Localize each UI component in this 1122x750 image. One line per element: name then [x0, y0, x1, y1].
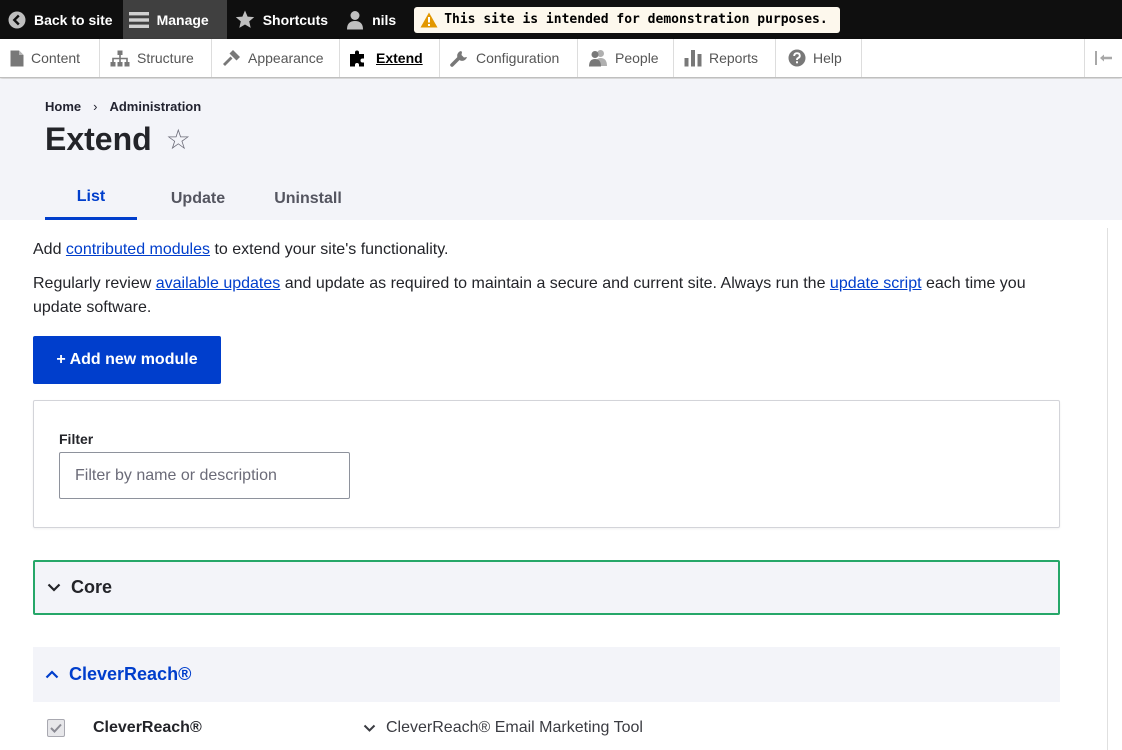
module-description-toggle[interactable]: CleverReach® Email Marketing Tool — [363, 719, 643, 737]
content-icon — [10, 50, 24, 66]
intro-text: to extend your site's functionality. — [210, 241, 449, 258]
admin-toolbar: Back to site Manage Shortcuts nils This … — [0, 0, 1122, 39]
tray-item-help[interactable]: Help — [776, 39, 862, 77]
tray-item-label: Configuration — [476, 50, 560, 66]
available-updates-link[interactable]: available updates — [156, 275, 281, 292]
demo-notice-badge: This site is intended for demonstration … — [414, 6, 840, 33]
checkmark-icon — [50, 723, 62, 733]
tray-item-label: Reports — [709, 50, 759, 66]
tray-item-label: Structure — [137, 50, 194, 66]
module-name: CleverReach® — [93, 719, 202, 736]
tray-item-structure[interactable]: Structure — [100, 39, 212, 77]
intro-text: and update as required to maintain a sec… — [280, 275, 830, 292]
shortcuts-label: Shortcuts — [262, 11, 329, 28]
chevron-down-icon — [363, 724, 376, 732]
appearance-icon — [223, 50, 240, 66]
tray-item-label: Help — [813, 50, 842, 66]
tray-item-label: Appearance — [248, 50, 324, 66]
breadcrumb-administration-link[interactable]: Administration — [109, 99, 201, 114]
intro-paragraph-updates: Regularly review available updates and u… — [33, 272, 1053, 320]
extend-icon — [350, 50, 364, 67]
chevron-down-icon — [47, 583, 61, 592]
title-row: Extend ☆ — [45, 121, 191, 158]
module-description: CleverReach® Email Marketing Tool — [386, 719, 643, 736]
manage-tab[interactable]: Manage — [122, 0, 227, 39]
demo-notice-text: This site is intended for demonstration … — [444, 12, 828, 27]
tray-item-reports[interactable]: Reports — [674, 39, 776, 77]
core-group-label: Core — [71, 577, 113, 597]
intro-text: Add — [33, 241, 66, 258]
content-divider — [1107, 228, 1108, 750]
help-icon — [788, 49, 806, 67]
page-title: Extend — [45, 121, 152, 157]
warning-icon — [420, 12, 438, 27]
intro-paragraph-modules: Add contributed modules to extend your s… — [33, 238, 1053, 262]
cleverreach-group-toggle[interactable]: CleverReach® — [33, 647, 1060, 702]
chevron-up-icon — [45, 670, 59, 679]
star-icon — [235, 10, 254, 28]
collapse-left-icon — [1094, 51, 1112, 65]
user-label: nils — [372, 11, 397, 28]
tray-item-label: Content — [31, 50, 81, 66]
user-tab[interactable]: nils — [338, 0, 406, 39]
update-script-link[interactable]: update script — [830, 275, 922, 292]
tab-uninstall[interactable]: Uninstall — [259, 177, 357, 220]
filter-panel: Filter Filter by name or description — [33, 400, 1060, 528]
structure-icon — [110, 50, 130, 66]
breadcrumb-separator: › — [93, 99, 98, 114]
contributed-modules-link[interactable]: contributed modules — [66, 241, 210, 258]
tray-orientation-toggle[interactable] — [1084, 39, 1122, 77]
user-icon — [347, 10, 364, 29]
people-icon — [589, 50, 607, 67]
configuration-icon — [450, 51, 467, 67]
add-new-module-button[interactable]: + Add new module — [33, 336, 221, 384]
primary-tabs: List Update Uninstall — [45, 177, 357, 220]
intro-text: Regularly review — [33, 275, 156, 292]
back-to-site-label: Back to site — [34, 11, 113, 28]
page-header: Home › Administration Extend ☆ List Upda… — [0, 79, 1122, 220]
shortcuts-tab[interactable]: Shortcuts — [227, 0, 338, 39]
breadcrumb: Home › Administration — [45, 99, 201, 114]
tray-item-appearance[interactable]: Appearance — [212, 39, 340, 77]
tray-item-extend[interactable]: Extend — [340, 39, 440, 77]
admin-tray: Content Structure Appearance Extend Conf… — [0, 39, 1122, 78]
filter-input[interactable]: Filter by name or description — [59, 452, 350, 499]
tray-item-configuration[interactable]: Configuration — [440, 39, 578, 77]
tab-list[interactable]: List — [45, 177, 137, 220]
manage-label: Manage — [156, 11, 209, 28]
hamburger-icon — [128, 11, 149, 28]
back-to-site-link[interactable]: Back to site — [0, 0, 123, 39]
tray-item-label: Extend — [376, 50, 423, 66]
tray-item-content[interactable]: Content — [0, 39, 100, 77]
filter-label: Filter — [59, 431, 94, 447]
module-enable-checkbox[interactable] — [47, 719, 65, 737]
module-row: CleverReach® CleverReach® Email Marketin… — [33, 712, 1060, 750]
core-group-toggle[interactable]: Core — [33, 560, 1060, 615]
back-arrow-icon — [8, 11, 26, 28]
add-shortcut-star-icon[interactable]: ☆ — [166, 125, 191, 154]
reports-icon — [684, 50, 702, 67]
tray-item-people[interactable]: People — [578, 39, 674, 77]
tray-item-label: People — [615, 50, 659, 66]
tab-update[interactable]: Update — [137, 177, 259, 220]
cleverreach-group-label: CleverReach® — [69, 664, 192, 684]
breadcrumb-home-link[interactable]: Home — [45, 99, 81, 114]
